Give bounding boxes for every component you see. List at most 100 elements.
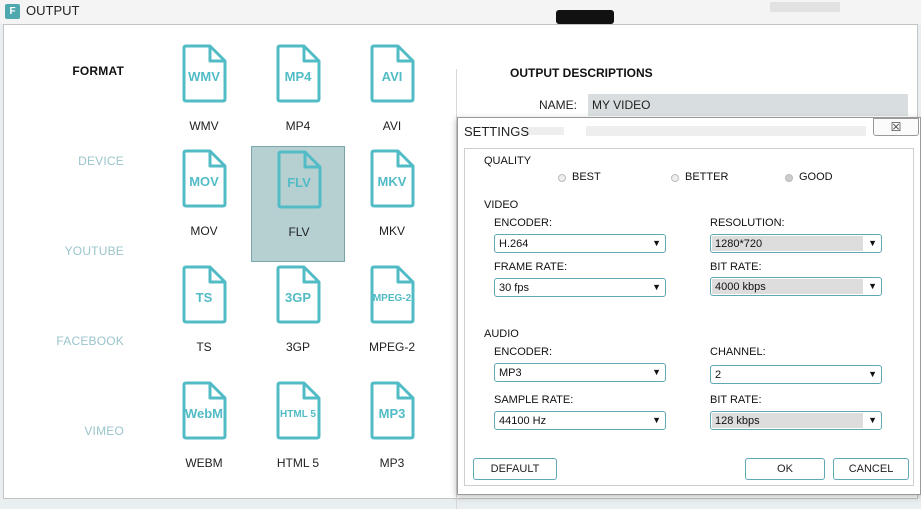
quality-best-label: BEST: [572, 171, 601, 183]
format-badge: TS: [195, 290, 213, 305]
format-badge: MKV: [377, 174, 407, 189]
chevron-down-icon: ▼: [652, 238, 661, 248]
app-icon: F: [5, 4, 20, 19]
settings-title: SETTINGS: [464, 124, 530, 139]
channel-label: CHANNEL:: [710, 346, 766, 358]
video-bit-rate-value: 4000 kbps: [715, 281, 766, 293]
format-label: WMV: [189, 119, 219, 133]
quality-good-label: GOOD: [799, 171, 833, 183]
audio-bit-rate-label: BIT RATE:: [710, 394, 762, 406]
quality-good-radio[interactable]: [785, 174, 793, 182]
format-tile-mp3[interactable]: MP3 MP3: [345, 378, 439, 494]
close-icon: ☒: [890, 120, 902, 134]
chevron-down-icon: ▼: [652, 415, 661, 425]
sample-rate-label: SAMPLE RATE:: [494, 394, 574, 406]
resolution-value: 1280*720: [715, 238, 763, 250]
quality-better-label: BETTER: [685, 171, 729, 183]
chevron-down-icon: ▼: [652, 367, 661, 377]
audio-encoder-value: MP3: [499, 367, 522, 379]
category-facebook[interactable]: FACEBOOK: [4, 334, 124, 348]
quality-label: QUALITY: [484, 155, 532, 167]
format-tile-ts[interactable]: TS TS: [157, 262, 251, 378]
default-button[interactable]: DEFAULT: [473, 458, 557, 480]
format-badge: WMV: [188, 69, 220, 84]
format-badge: MP4: [284, 69, 312, 84]
format-tile-mpeg-2[interactable]: MPEG-2 MPEG-2: [345, 262, 439, 378]
category-youtube[interactable]: YOUTUBE: [4, 244, 124, 258]
resolution-label: RESOLUTION:: [710, 217, 785, 229]
settings-dialog: SETTINGS ☒ QUALITY BEST BETTER GOOD VIDE…: [457, 117, 921, 495]
audio-bit-rate-value: 128 kbps: [715, 415, 760, 427]
video-encoder-value: H.264: [499, 238, 529, 250]
audio-section-label: AUDIO: [484, 328, 519, 340]
category-device[interactable]: DEVICE: [4, 154, 124, 168]
background-text-fragment: [586, 126, 866, 136]
format-label: MP4: [285, 119, 311, 133]
video-section-label: VIDEO: [484, 199, 519, 211]
video-encoder-select[interactable]: H.264 ▼: [494, 234, 666, 253]
background-text-fragment: [524, 127, 564, 135]
quality-better-radio[interactable]: [671, 174, 679, 182]
frame-rate-label: FRAME RATE:: [494, 261, 568, 273]
format-label: MKV: [378, 224, 405, 238]
background-window-fragment: [770, 2, 840, 12]
format-tile-webm[interactable]: WebM WEBM: [157, 378, 251, 494]
frame-rate-select[interactable]: 30 fps ▼: [494, 278, 666, 297]
name-label: NAME:: [539, 98, 578, 112]
format-label: MP3: [379, 456, 405, 470]
chevron-down-icon: ▼: [868, 369, 877, 379]
format-label: AVI: [382, 119, 402, 133]
quality-best-radio[interactable]: [558, 174, 566, 182]
channel-value: 2: [715, 369, 722, 381]
format-label: WEBM: [185, 456, 223, 470]
format-label: TS: [196, 340, 212, 354]
format-tile-avi[interactable]: AVI AVI: [345, 41, 439, 157]
format-label: MOV: [190, 224, 218, 238]
format-badge: AVI: [381, 69, 403, 84]
format-badge: WebM: [184, 406, 224, 421]
format-tile-mov[interactable]: MOV MOV: [157, 146, 251, 262]
title-bar: F OUTPUT: [0, 0, 921, 24]
settings-panel: QUALITY BEST BETTER GOOD VIDEO ENCODER: …: [464, 148, 914, 486]
format-tile-html-5[interactable]: HTML 5 HTML 5: [251, 378, 345, 494]
audio-bit-rate-select[interactable]: 128 kbps ▼: [710, 411, 882, 430]
format-label: 3GP: [285, 340, 310, 354]
format-badge: FLV: [287, 175, 311, 190]
format-badge: MPEG-2: [372, 293, 412, 304]
video-bit-rate-label: BIT RATE:: [710, 261, 762, 273]
close-button[interactable]: ☒: [873, 118, 919, 136]
video-bit-rate-select[interactable]: 4000 kbps ▼: [710, 277, 882, 296]
format-label: FLV: [288, 225, 310, 239]
format-tile-mkv[interactable]: MKV MKV: [345, 146, 439, 262]
audio-encoder-label: ENCODER:: [494, 346, 553, 358]
frame-rate-value: 30 fps: [499, 282, 529, 294]
format-label: HTML 5: [276, 456, 320, 470]
format-badge: 3GP: [284, 290, 311, 305]
format-tile-flv[interactable]: FLV FLV: [251, 146, 345, 262]
chevron-down-icon: ▼: [868, 415, 877, 425]
audio-encoder-select[interactable]: MP3 ▼: [494, 363, 666, 382]
sample-rate-select[interactable]: 44100 Hz ▼: [494, 411, 666, 430]
video-encoder-label: ENCODER:: [494, 217, 553, 229]
background-window-fragment: [556, 10, 614, 24]
format-label: MPEG-2: [368, 340, 415, 354]
chevron-down-icon: ▼: [868, 238, 877, 248]
sample-rate-value: 44100 Hz: [499, 415, 547, 427]
format-tile-wmv[interactable]: WMV WMV: [157, 41, 251, 157]
format-badge: MP3: [378, 406, 406, 421]
cancel-button[interactable]: CANCEL: [833, 458, 909, 480]
output-descriptions-heading: OUTPUT DESCRIPTIONS: [510, 66, 653, 80]
window-title: OUTPUT: [26, 3, 80, 18]
ok-button[interactable]: OK: [745, 458, 825, 480]
category-vimeo[interactable]: VIMEO: [4, 424, 124, 438]
name-input[interactable]: MY VIDEO: [588, 94, 908, 116]
format-tile-mp4[interactable]: MP4 MP4: [251, 41, 345, 157]
category-format[interactable]: FORMAT: [4, 64, 124, 78]
chevron-down-icon: ▼: [652, 282, 661, 292]
channel-select[interactable]: 2 ▼: [710, 365, 882, 384]
format-badge: MOV: [189, 174, 219, 189]
format-tile-3gp[interactable]: 3GP 3GP: [251, 262, 345, 378]
resolution-select[interactable]: 1280*720 ▼: [710, 234, 882, 253]
format-badge: HTML 5: [280, 409, 316, 420]
chevron-down-icon: ▼: [868, 281, 877, 291]
